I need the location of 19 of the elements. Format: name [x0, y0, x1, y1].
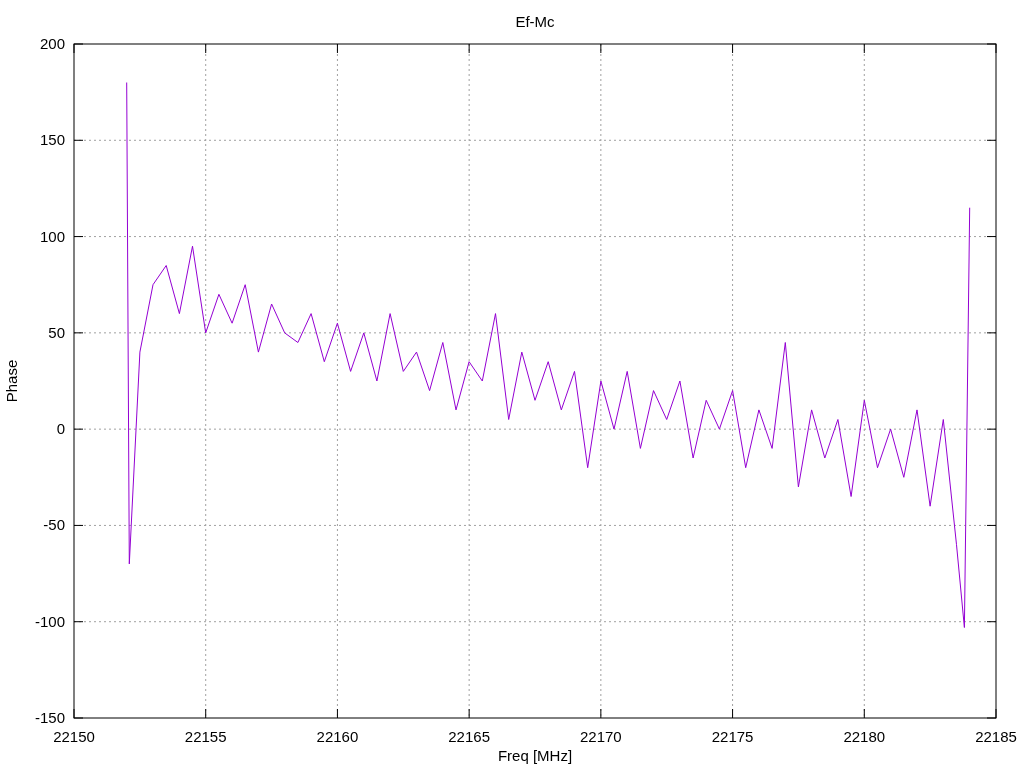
y-axis-label: Phase — [3, 359, 20, 403]
tick-label: 22160 — [316, 728, 359, 745]
tick-label: 22170 — [580, 728, 622, 745]
tick-label: -100 — [34, 612, 65, 630]
tick-label: -50 — [43, 516, 65, 534]
tick-label: 22165 — [448, 728, 490, 745]
tick-label: 100 — [39, 227, 65, 245]
tick-label: 22180 — [843, 728, 886, 745]
tick-label: 22185 — [975, 728, 1017, 745]
tick-label: 22175 — [711, 728, 754, 745]
tick-label: 22155 — [184, 728, 227, 745]
tick-label: 22150 — [53, 728, 95, 745]
tick-label: -150 — [34, 709, 65, 726]
tick-label: 0 — [56, 420, 65, 438]
tick-label: 50 — [48, 323, 65, 341]
x-axis-label: Freq [MHz] — [497, 747, 573, 764]
tick-label: 200 — [39, 35, 65, 52]
tick-label: 150 — [39, 131, 65, 149]
chart-title: Ef-Mc — [515, 13, 555, 30]
